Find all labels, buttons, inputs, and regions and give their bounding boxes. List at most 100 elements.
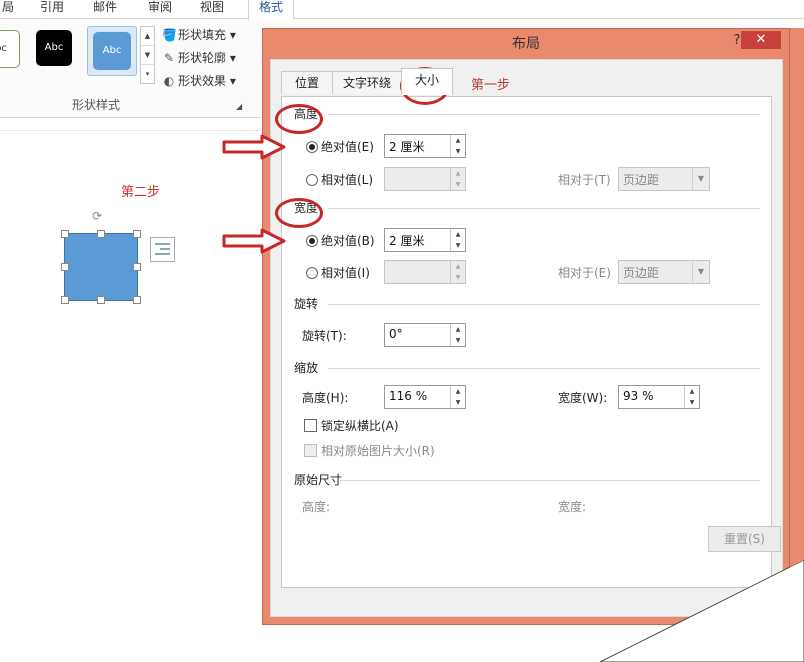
resize-handle[interactable] <box>97 230 105 238</box>
shape-effects-button[interactable]: ◐ 形状效果 ▾ <box>162 72 236 89</box>
rotation-label: 旋转(T): <box>302 329 347 343</box>
resize-handle[interactable] <box>133 263 141 271</box>
scale-width-stepper[interactable]: 93 % ▲ ▼ <box>618 385 700 409</box>
width-absolute-stepper[interactable]: 2 厘米 ▲ ▼ <box>384 228 466 252</box>
height-relative-to-select[interactable]: 页边距 ▼ <box>618 167 710 191</box>
section-divider <box>328 208 760 209</box>
rotation-section-title: 旋转 <box>294 297 319 311</box>
spin-up-icon[interactable]: ▲ <box>451 386 465 397</box>
style-gallery-scroller[interactable]: ▲ ▼ ▾ <box>140 26 155 84</box>
rotation-stepper[interactable]: 0° ▲ ▼ <box>384 323 466 347</box>
section-divider <box>328 304 760 305</box>
tab-mailings[interactable]: 邮件 <box>93 0 117 18</box>
annotation-ellipse-height <box>275 104 323 134</box>
shape-outline-label: 形状轮廓 <box>178 51 227 65</box>
chevron-down-icon: ▼ <box>692 168 709 190</box>
layout-line <box>155 253 170 255</box>
chevron-down-icon: ▾ <box>229 74 236 88</box>
scale-height-stepper[interactable]: 116 % ▲ ▼ <box>384 385 466 409</box>
blue-square-shape[interactable] <box>64 233 138 301</box>
chevron-down-icon: ▾ <box>229 28 236 42</box>
spin-up-icon[interactable]: ▲ <box>451 229 465 240</box>
chevron-down-icon: ▾ <box>229 51 236 65</box>
width-relative-to-value: 页边距 <box>623 266 660 280</box>
ruler-divider <box>0 130 260 131</box>
tab-size[interactable]: 大小 <box>401 68 453 95</box>
layout-line <box>160 248 170 250</box>
effects-icon: ◐ <box>163 74 175 88</box>
layout-line <box>155 243 170 245</box>
tab-review[interactable]: 审阅 <box>148 0 172 18</box>
shape-fill-button[interactable]: 🪣形状填充 ▾ <box>162 26 236 43</box>
height-absolute-stepper[interactable]: 2 厘米 ▲ ▼ <box>384 134 466 158</box>
resize-handle[interactable] <box>61 230 69 238</box>
resize-handle[interactable] <box>97 296 105 304</box>
ribbon-divider <box>0 117 260 118</box>
shape-outline-button[interactable]: ✎ 形状轮廓 ▾ <box>162 49 236 66</box>
step2-annotation: 第二步 <box>121 185 161 200</box>
dialog-client: 位置 文字环绕 大小 第一步 高度 绝对值(E) 2 厘米 ▲ ▼ 相对值(L) … <box>270 59 783 617</box>
annotation-ellipse-width <box>275 198 323 228</box>
pen-icon: ✎ <box>163 51 175 65</box>
width-relative-radio[interactable] <box>306 267 318 279</box>
reset-button[interactable]: 重置(S) <box>708 526 781 552</box>
layout-options-button[interactable] <box>150 237 175 262</box>
dialog-launcher-icon[interactable]: ◢ <box>236 102 242 111</box>
width-absolute-radio[interactable] <box>306 235 318 247</box>
spin-down-icon: ▼ <box>455 274 461 281</box>
height-absolute-label: 绝对值(E) <box>321 140 374 154</box>
style-swatch-black[interactable]: Abc <box>36 30 72 66</box>
spin-down-icon[interactable]: ▼ <box>451 397 465 408</box>
height-relative-stepper[interactable]: ▲ ▼ <box>384 167 466 191</box>
spin-down-icon[interactable]: ▼ <box>685 397 699 408</box>
swatch-text: bc <box>0 43 7 54</box>
step1-annotation: 第一步 <box>471 78 511 93</box>
resize-handle[interactable] <box>61 263 69 271</box>
style-swatch-outline[interactable]: bc <box>0 30 20 68</box>
rotate-handle-icon[interactable]: ⟳ <box>92 209 102 223</box>
spin-up-icon[interactable]: ▲ <box>451 135 465 146</box>
spin-down-icon[interactable]: ▼ <box>451 146 465 157</box>
ribbon-tab-bar: 局 引用 邮件 审阅 视图 格式 <box>0 0 804 20</box>
spin-up-icon[interactable]: ▲ <box>685 386 699 397</box>
width-relative-to-select[interactable]: 页边距 ▼ <box>618 260 710 284</box>
tab-text-wrapping[interactable]: 文字环绕 <box>332 71 402 94</box>
tab-format[interactable]: 格式 <box>248 0 295 20</box>
scale-width-label: 宽度(W): <box>558 391 608 405</box>
close-button[interactable]: ✕ <box>741 31 781 49</box>
scale-height-label: 高度(H): <box>302 391 349 405</box>
tab-position[interactable]: 位置 <box>281 71 333 94</box>
tab-layout[interactable]: 局 <box>2 0 14 18</box>
layout-dialog: 布局 ? ✕ 位置 文字环绕 大小 第一步 高度 绝对值(E) 2 厘米 ▲ ▼ … <box>262 28 790 625</box>
style-swatch-selected-frame[interactable]: Abc <box>87 26 137 76</box>
tab-view[interactable]: 视图 <box>200 0 224 18</box>
resize-handle[interactable] <box>61 296 69 304</box>
spin-down-icon[interactable]: ▼ <box>451 335 465 346</box>
annotation-arrow-height <box>222 134 286 160</box>
height-relative-to-label: 相对于(T) <box>558 173 611 187</box>
resize-handle[interactable] <box>133 296 141 304</box>
width-relative-stepper[interactable]: ▲ ▼ <box>384 260 466 284</box>
section-divider <box>328 368 760 369</box>
dialog-title: 布局 <box>512 36 540 52</box>
original-width-label: 宽度: <box>558 500 587 514</box>
scale-height-value: 116 % <box>389 389 428 403</box>
height-relative-to-value: 页边距 <box>623 173 660 187</box>
gallery-down-icon[interactable]: ▼ <box>141 46 154 65</box>
height-absolute-radio[interactable] <box>306 141 318 153</box>
spin-down-icon[interactable]: ▼ <box>451 240 465 251</box>
width-absolute-value: 2 厘米 <box>389 234 425 248</box>
tab-references[interactable]: 引用 <box>40 0 64 18</box>
resize-handle[interactable] <box>133 230 141 238</box>
size-panel: 高度 绝对值(E) 2 厘米 ▲ ▼ 相对值(L) ▲ ▼ 相对于(T) 页边距 ▼… <box>281 96 781 588</box>
annotation-arrow-width <box>222 228 286 254</box>
spin-up-icon[interactable]: ▲ <box>451 324 465 335</box>
lock-aspect-checkbox[interactable] <box>304 419 317 432</box>
section-divider <box>328 114 760 115</box>
width-relative-to-label: 相对于(E) <box>558 266 611 280</box>
section-divider <box>340 480 760 481</box>
gallery-more-icon[interactable]: ▾ <box>141 65 154 83</box>
gallery-up-icon[interactable]: ▲ <box>141 27 154 46</box>
height-relative-radio[interactable] <box>306 174 318 186</box>
relative-original-checkbox[interactable] <box>304 444 317 457</box>
